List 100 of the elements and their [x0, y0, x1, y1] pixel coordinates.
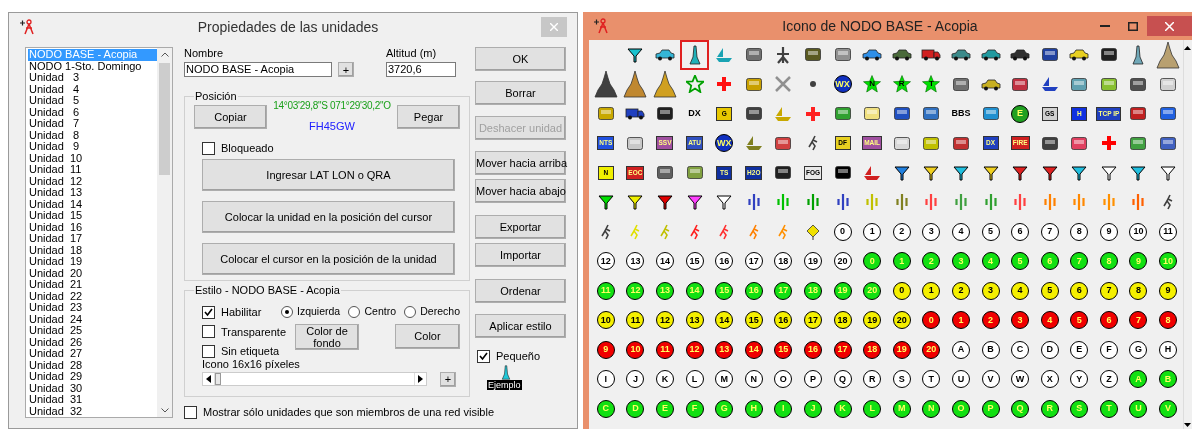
dialog-button[interactable]: Borrar: [475, 81, 566, 105]
list-item[interactable]: Unidad 17: [28, 233, 157, 245]
icon-cell[interactable]: M: [709, 364, 739, 394]
icon-cell[interactable]: DX: [679, 99, 710, 129]
icon-cell[interactable]: J: [620, 364, 651, 394]
icon-cell[interactable]: 16: [798, 335, 828, 365]
list-item[interactable]: NODO 1-Sto. Domingo: [28, 60, 157, 72]
icon-cell[interactable]: 8: [1064, 217, 1095, 247]
left-arrow-icon[interactable]: [206, 375, 211, 383]
chevron-down-icon[interactable]: [160, 408, 169, 413]
icon-cell[interactable]: 0: [916, 305, 947, 335]
list-item[interactable]: Unidad 20: [28, 267, 157, 279]
list-item[interactable]: Unidad 29: [28, 371, 157, 383]
dialog-button[interactable]: Mover hacia arriba: [475, 151, 566, 175]
icon-cell[interactable]: 17: [798, 305, 828, 335]
list-item[interactable]: Unidad 12: [28, 175, 157, 187]
checkbox[interactable]: [202, 305, 215, 319]
altitude-field[interactable]: 3720,6: [386, 62, 456, 77]
dialog-button[interactable]: Mover hacia abajo: [475, 179, 566, 203]
radio-button[interactable]: [404, 305, 417, 318]
icon-cell[interactable]: D: [1034, 335, 1065, 365]
icon-cell[interactable]: K: [650, 364, 680, 394]
icon-cell[interactable]: 15: [738, 305, 769, 335]
icon-cell[interactable]: 19: [798, 246, 828, 276]
icon-cell[interactable]: 15: [679, 246, 710, 276]
icon-cell[interactable]: 14: [738, 335, 769, 365]
checkbox[interactable]: [184, 405, 197, 419]
list-item[interactable]: Unidad 15: [28, 210, 157, 222]
icon-cell[interactable]: 20: [886, 305, 917, 335]
icon-cell[interactable]: 18: [827, 305, 858, 335]
list-item[interactable]: Unidad 16: [28, 221, 157, 233]
list-item[interactable]: Unidad 14: [28, 198, 157, 210]
list-item[interactable]: Unidad 6: [28, 106, 157, 118]
icon-cell[interactable]: 18: [768, 246, 799, 276]
icon-cell[interactable]: 13: [679, 305, 710, 335]
list-item[interactable]: Unidad 31: [28, 394, 157, 406]
checkbox[interactable]: [477, 349, 490, 363]
icon-cell[interactable]: 6: [1064, 276, 1095, 306]
icon-cell[interactable]: 16: [709, 246, 739, 276]
action-button[interactable]: Ingresar LAT LON o QRA: [202, 158, 455, 191]
icon-cell[interactable]: 4: [1034, 305, 1065, 335]
list-item[interactable]: Unidad 10: [28, 152, 157, 164]
list-item[interactable]: Unidad 5: [28, 95, 157, 107]
icon-cell[interactable]: 20: [916, 335, 947, 365]
color-button[interactable]: Color: [395, 323, 460, 349]
icon-cell[interactable]: 1: [946, 305, 976, 335]
icon-cell[interactable]: 15: [768, 335, 799, 365]
name-field[interactable]: NODO BASE - Acopia: [184, 62, 332, 77]
icon-cell[interactable]: Y: [1064, 364, 1095, 394]
radio-button[interactable]: [281, 305, 293, 318]
icon-cell[interactable]: R: [857, 364, 887, 394]
icon-cell[interactable]: 11: [1153, 217, 1183, 247]
icon-cell[interactable]: Z: [1094, 364, 1124, 394]
icon-cell[interactable]: 6: [1094, 305, 1124, 335]
icon-cell[interactable]: 13: [620, 246, 651, 276]
icon-cell[interactable]: A: [946, 335, 976, 365]
icon-cell[interactable]: 9: [1153, 276, 1183, 306]
icon-cell[interactable]: 8: [1153, 305, 1183, 335]
icon-cell[interactable]: O: [768, 364, 799, 394]
icon-cell[interactable]: C: [1005, 335, 1035, 365]
icon-cell[interactable]: 3: [916, 217, 947, 247]
icon-cell[interactable]: 17: [738, 246, 769, 276]
icon-cell[interactable]: 0: [827, 217, 858, 247]
list-item[interactable]: Unidad 3: [28, 72, 157, 84]
icon-cell[interactable]: 12: [679, 335, 710, 365]
icon-cell[interactable]: 3: [975, 276, 1006, 306]
icon-cell[interactable]: 9: [591, 335, 621, 365]
icon-cell[interactable]: 12: [650, 305, 680, 335]
icon-cell[interactable]: L: [679, 364, 710, 394]
icon-size-slider[interactable]: [214, 373, 415, 385]
checkbox[interactable]: [202, 141, 215, 155]
icon-cell[interactable]: N: [738, 364, 769, 394]
icon-cell[interactable]: T: [916, 364, 947, 394]
scrollbar[interactable]: [157, 48, 172, 417]
list-item[interactable]: Unidad 23: [28, 302, 157, 314]
icon-cell[interactable]: E: [1064, 335, 1095, 365]
icon-cell[interactable]: B: [975, 335, 1006, 365]
icon-cell[interactable]: 7: [1094, 276, 1124, 306]
chevron-up-icon[interactable]: [160, 52, 169, 57]
icon-cell[interactable]: 4: [946, 217, 976, 247]
icon-cell[interactable]: 20: [827, 246, 858, 276]
checkbox[interactable]: [202, 344, 215, 358]
icon-cell[interactable]: WX: [827, 69, 858, 99]
checkbox[interactable]: [202, 325, 215, 339]
icon-cell[interactable]: 2: [946, 276, 976, 306]
list-item[interactable]: Unidad 30: [28, 382, 157, 394]
list-item[interactable]: Unidad 4: [28, 83, 157, 95]
list-item[interactable]: Unidad 22: [28, 290, 157, 302]
icon-cell[interactable]: U: [946, 364, 976, 394]
list-item[interactable]: Unidad 32: [28, 405, 157, 417]
icon-cell[interactable]: 11: [650, 335, 680, 365]
icon-cell[interactable]: 11: [620, 305, 651, 335]
icon-cell[interactable]: 2: [975, 305, 1006, 335]
scrollbar-thumb[interactable]: [159, 63, 170, 175]
list-item[interactable]: Unidad 18: [28, 244, 157, 256]
icon-cell[interactable]: 10: [591, 305, 621, 335]
icon-cell[interactable]: 6: [1005, 217, 1035, 247]
list-item[interactable]: Unidad 27: [28, 348, 157, 360]
icon-cell[interactable]: V: [975, 364, 1006, 394]
slider-thumb[interactable]: [215, 373, 221, 385]
